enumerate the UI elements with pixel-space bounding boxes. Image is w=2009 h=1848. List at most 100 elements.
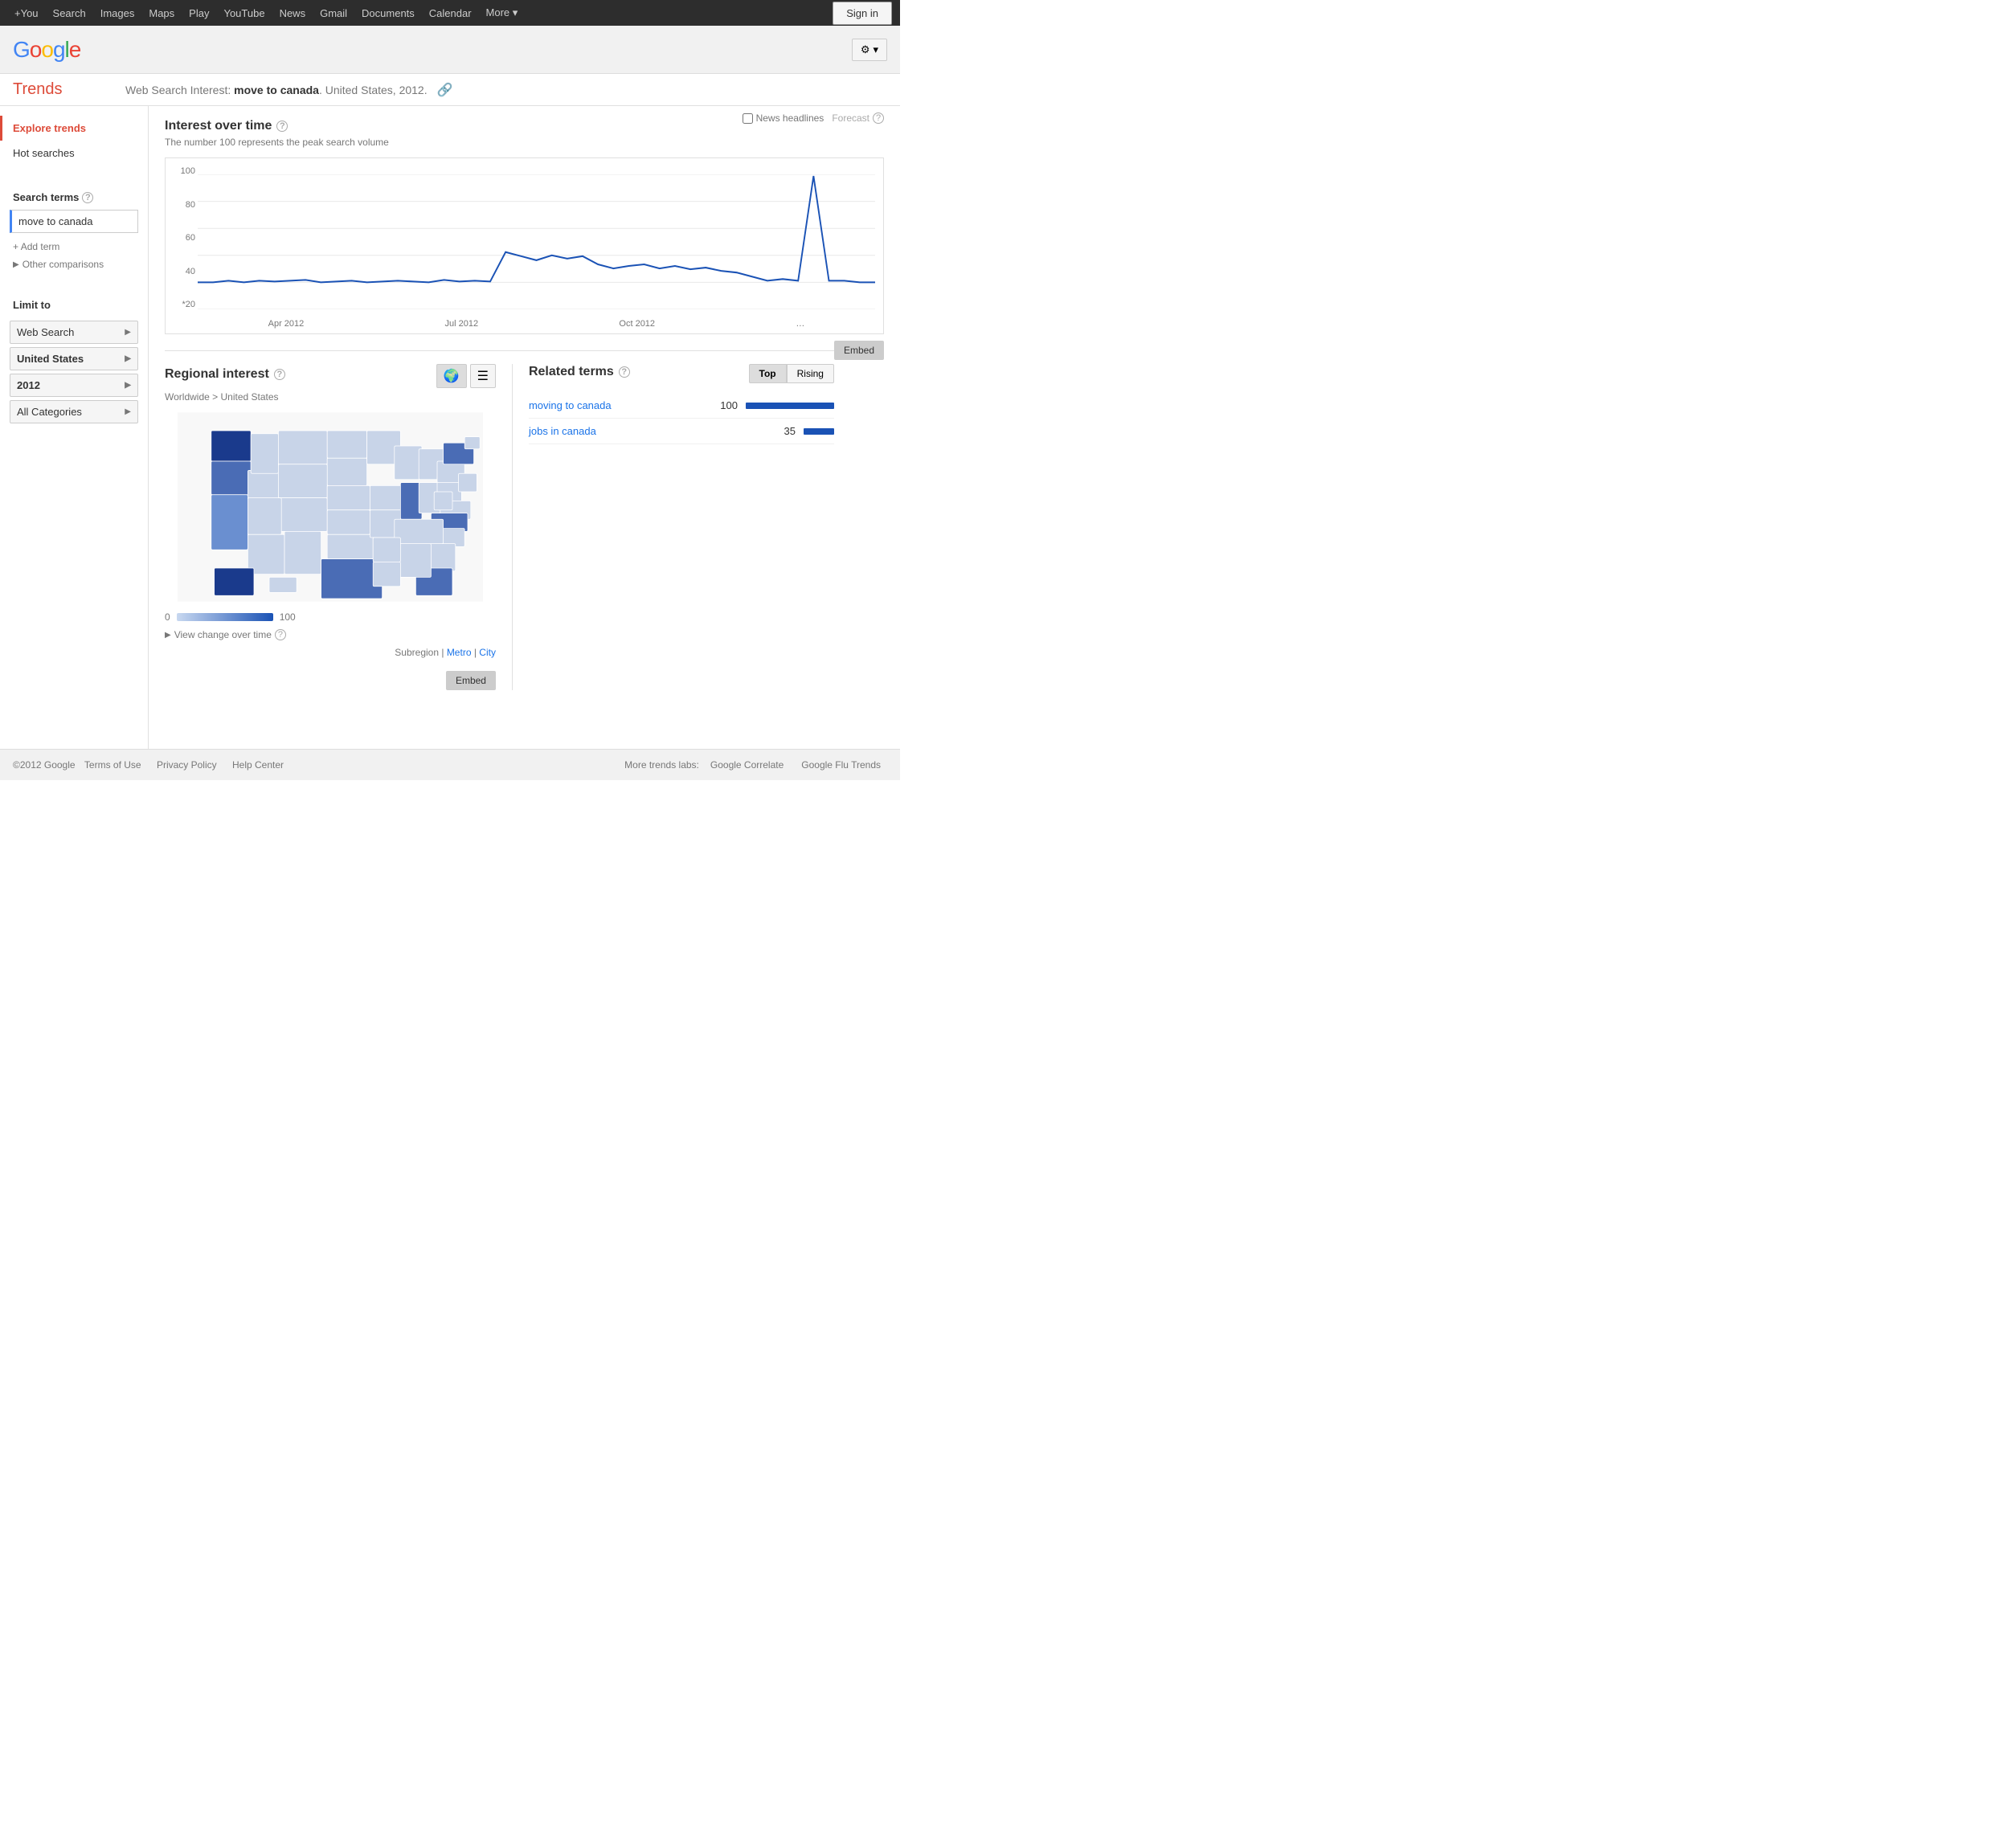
year-arrow: ▶ (125, 381, 131, 390)
chart-embed-button[interactable]: Embed (834, 341, 884, 360)
sidebar-item-explore[interactable]: Explore trends (0, 116, 148, 141)
settings-button[interactable]: ⚙ ▾ (852, 39, 887, 61)
regional-interest-section: Regional interest ? 🌍 ☰ Worldwide > Unit… (165, 364, 513, 690)
related-score-2: 35 (771, 425, 796, 437)
add-term-link[interactable]: Add term (0, 238, 148, 256)
city-tab[interactable]: City (479, 647, 496, 658)
y-label-60: 60 (170, 233, 195, 243)
interest-help-icon[interactable]: ? (276, 121, 288, 132)
correlate-link[interactable]: Google Correlate (710, 759, 784, 771)
related-term-link-1[interactable]: moving to canada (529, 399, 706, 411)
interest-chart: 100 80 60 40 *20 (165, 157, 884, 334)
news-headlines-control: News headlines (743, 112, 824, 124)
regional-help-icon[interactable]: ? (274, 369, 285, 380)
related-header: Related terms ? Top Rising (529, 364, 834, 383)
sign-in-button[interactable]: Sign in (833, 2, 892, 25)
footer-trends-labs: More trends labs: Google Correlate Googl… (624, 759, 887, 771)
search-description: Web Search Interest: move to canada. Uni… (125, 82, 887, 98)
nav-gmail[interactable]: Gmail (313, 4, 354, 22)
forecast-help-icon[interactable]: ? (873, 112, 884, 124)
nav-documents[interactable]: Documents (355, 4, 421, 22)
footer: ©2012 Google Terms of Use Privacy Policy… (0, 749, 900, 780)
related-terms-title: Related terms ? (529, 365, 630, 379)
header: Google ⚙ ▾ (0, 26, 900, 74)
bottom-sections: Regional interest ? 🌍 ☰ Worldwide > Unit… (165, 350, 834, 690)
view-change-link[interactable]: View change over time ? (165, 629, 496, 640)
nav-maps[interactable]: Maps (142, 4, 181, 22)
trends-title: Trends (13, 80, 109, 99)
regional-header: Regional interest ? 🌍 ☰ (165, 364, 496, 388)
y-label-40: 40 (170, 267, 195, 276)
search-terms-help-icon[interactable]: ? (82, 192, 93, 203)
view-change-help-icon[interactable]: ? (275, 629, 286, 640)
x-axis: Apr 2012 Jul 2012 Oct 2012 … (198, 319, 875, 329)
related-terms-help-icon[interactable]: ? (619, 366, 630, 378)
related-tabs: Top Rising (749, 364, 834, 383)
sidebar-item-hot-searches[interactable]: Hot searches (0, 141, 148, 166)
us-map (178, 411, 483, 603)
limit-section: Limit to Web Search ▶ United States ▶ 20… (0, 286, 148, 423)
nav-you[interactable]: +You (8, 4, 45, 22)
metro-tab[interactable]: Metro (447, 647, 472, 658)
privacy-link[interactable]: Privacy Policy (157, 759, 217, 771)
categories-arrow: ▶ (125, 407, 131, 416)
nav-more[interactable]: More ▾ (480, 3, 525, 22)
map-view-buttons: 🌍 ☰ (436, 364, 496, 388)
nav-youtube[interactable]: YouTube (217, 4, 271, 22)
nav-play[interactable]: Play (182, 4, 215, 22)
nav-calendar[interactable]: Calendar (423, 4, 478, 22)
nav-news[interactable]: News (273, 4, 313, 22)
search-terms-label: Search terms ? (0, 178, 148, 210)
search-term-value: move to canada (12, 211, 137, 232)
chart-subtitle: The number 100 represents the peak searc… (165, 137, 884, 148)
google-logo: Google (13, 37, 80, 63)
sub-header: Trends Web Search Interest: move to cana… (0, 74, 900, 106)
help-link[interactable]: Help Center (232, 759, 284, 771)
united-states-filter[interactable]: United States ▶ (10, 347, 138, 370)
regional-embed-button[interactable]: Embed (446, 671, 496, 690)
y-label-20: *20 (170, 300, 195, 309)
legend-start: 0 (165, 611, 170, 623)
forecast-label: Forecast ? (832, 112, 884, 124)
chart-svg (198, 174, 875, 309)
map-globe-button[interactable]: 🌍 (436, 364, 467, 388)
nav-images[interactable]: Images (94, 4, 141, 22)
map-legend: 0 100 (165, 611, 496, 623)
main-layout: Explore trends Hot searches Search terms… (0, 106, 900, 749)
web-search-arrow: ▶ (125, 328, 131, 337)
nav-search[interactable]: Search (47, 4, 92, 22)
related-score-1: 100 (714, 399, 738, 411)
y-label-80: 80 (170, 200, 195, 210)
regional-title: Regional interest ? (165, 367, 285, 382)
subregion-tabs: Subregion | Metro | City (165, 647, 496, 658)
categories-filter[interactable]: All Categories ▶ (10, 400, 138, 423)
interest-over-time-title: Interest over time ? (165, 119, 288, 133)
other-comparisons-link[interactable]: Other comparisons (0, 256, 148, 273)
united-states-arrow: ▶ (125, 354, 131, 363)
related-bar-1 (746, 403, 834, 409)
share-icon[interactable]: 🔗 (437, 84, 453, 97)
search-term: move to canada (234, 84, 319, 96)
year-filter[interactable]: 2012 ▶ (10, 374, 138, 397)
legend-gradient (177, 613, 273, 621)
legend-end: 100 (280, 611, 296, 623)
related-term-link-2[interactable]: jobs in canada (529, 425, 763, 437)
top-tab[interactable]: Top (749, 364, 787, 383)
related-item: moving to canada 100 (529, 393, 834, 419)
top-navigation: +You Search Images Maps Play YouTube New… (0, 0, 900, 26)
search-term-box: move to canada (10, 210, 138, 233)
flu-trends-link[interactable]: Google Flu Trends (801, 759, 881, 771)
y-axis: 100 80 60 40 *20 (170, 166, 195, 309)
footer-left: ©2012 Google Terms of Use Privacy Policy… (13, 759, 290, 771)
rising-tab[interactable]: Rising (787, 364, 834, 383)
chart-controls: News headlines Forecast ? (743, 112, 884, 124)
x-label-jul: Jul 2012 (445, 319, 479, 329)
x-label-oct: Oct 2012 (619, 319, 655, 329)
x-label-apr: Apr 2012 (268, 319, 305, 329)
trends-labs-label: More trends labs: (624, 759, 699, 771)
us-map-svg (178, 411, 483, 603)
map-list-button[interactable]: ☰ (470, 364, 496, 388)
web-search-filter[interactable]: Web Search ▶ (10, 321, 138, 344)
terms-link[interactable]: Terms of Use (84, 759, 141, 771)
news-headlines-checkbox[interactable] (743, 113, 753, 124)
